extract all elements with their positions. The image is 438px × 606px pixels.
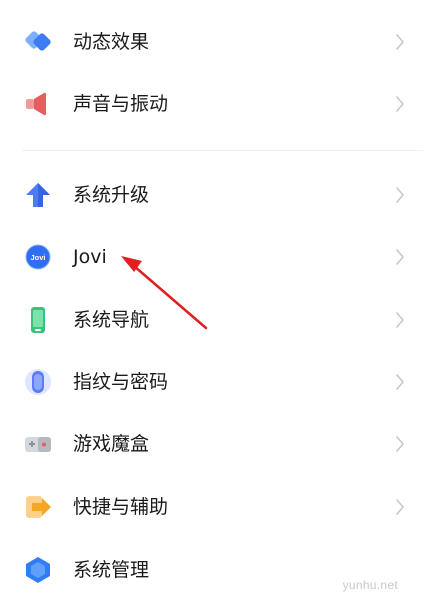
chevron-right-icon bbox=[396, 374, 404, 390]
chevron-right-icon bbox=[396, 187, 404, 203]
layers-icon bbox=[22, 27, 54, 57]
jovi-icon-text: Jovi bbox=[30, 253, 45, 262]
settings-item-system-update[interactable]: 系统升级 bbox=[0, 164, 438, 226]
shortcut-icon bbox=[22, 492, 54, 522]
settings-item-label: 动态效果 bbox=[73, 31, 150, 53]
settings-item-shortcuts-assist[interactable]: 快捷与辅助 bbox=[0, 476, 438, 538]
phone-icon bbox=[22, 305, 54, 335]
watermark: yunhu.net bbox=[342, 578, 398, 592]
fingerprint-icon bbox=[22, 367, 54, 397]
chevron-right-icon bbox=[396, 499, 404, 515]
section-divider bbox=[22, 150, 422, 151]
settings-item-label: 指纹与密码 bbox=[73, 371, 169, 393]
settings-item-fingerprint-password[interactable]: 指纹与密码 bbox=[0, 351, 438, 413]
chevron-right-icon bbox=[396, 96, 404, 112]
up-arrow-icon bbox=[22, 180, 54, 210]
hexagon-icon bbox=[22, 555, 54, 585]
settings-item-label: 系统升级 bbox=[73, 184, 150, 206]
gamepad-icon bbox=[22, 429, 54, 459]
settings-item-label: 系统管理 bbox=[73, 559, 150, 581]
settings-item-label: 快捷与辅助 bbox=[73, 496, 169, 518]
settings-item-game-box[interactable]: 游戏魔盒 bbox=[0, 413, 438, 475]
settings-item-label: 游戏魔盒 bbox=[73, 433, 150, 455]
chevron-right-icon bbox=[396, 249, 404, 265]
chevron-right-icon bbox=[396, 436, 404, 452]
settings-item-label: 系统导航 bbox=[73, 309, 150, 331]
settings-item-sound-vibration[interactable]: 声音与振动 bbox=[0, 73, 438, 135]
jovi-icon: Jovi bbox=[22, 242, 54, 272]
settings-item-system-navigation[interactable]: 系统导航 bbox=[0, 289, 438, 351]
chevron-right-icon bbox=[396, 312, 404, 328]
settings-item-label: 声音与振动 bbox=[73, 93, 169, 115]
settings-item-jovi[interactable]: Jovi Jovi bbox=[0, 226, 438, 288]
settings-item-dynamic-effects[interactable]: 动态效果 bbox=[0, 11, 438, 73]
chevron-right-icon bbox=[396, 34, 404, 50]
speaker-icon bbox=[22, 89, 54, 119]
settings-item-label: Jovi bbox=[73, 246, 107, 268]
